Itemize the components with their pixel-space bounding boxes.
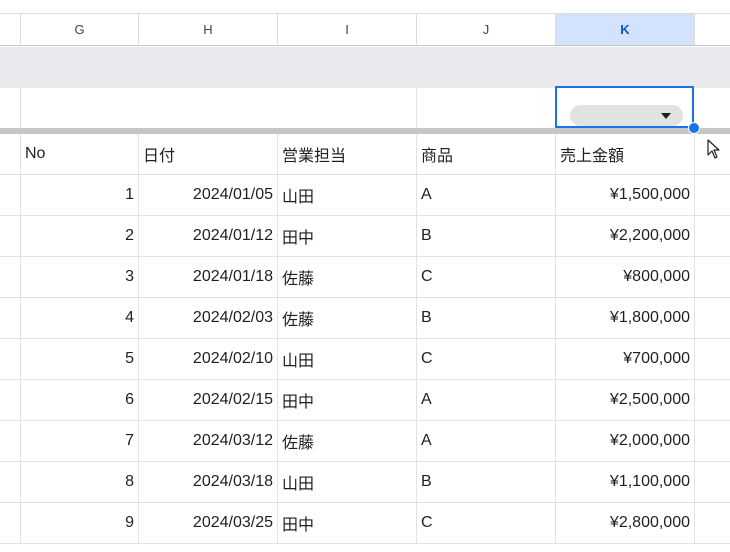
cell-sales[interactable]: ¥2,200,000 <box>556 216 695 257</box>
cell-date[interactable]: 2024/01/18 <box>139 257 278 298</box>
empty-cell[interactable] <box>0 339 21 380</box>
cell-date[interactable]: 2024/02/15 <box>139 380 278 421</box>
column-header-g[interactable]: G <box>21 14 139 46</box>
cell-product[interactable]: B <box>417 216 556 257</box>
cell-rep[interactable]: 佐藤 <box>278 298 417 339</box>
empty-cell[interactable] <box>0 134 21 175</box>
empty-cell[interactable] <box>0 503 21 544</box>
cell-no[interactable]: 5 <box>21 339 139 380</box>
cell-rep[interactable]: 佐藤 <box>278 421 417 462</box>
cell-date[interactable]: 2024/02/03 <box>139 298 278 339</box>
empty-cell[interactable] <box>695 462 730 503</box>
header-cell-product[interactable]: 商品 <box>417 134 556 175</box>
empty-cell[interactable] <box>0 380 21 421</box>
cell-no[interactable]: 4 <box>21 298 139 339</box>
cell-date[interactable]: 2024/01/12 <box>139 216 278 257</box>
column-header-i[interactable]: I <box>278 14 417 46</box>
cell-sales[interactable]: ¥2,000,000 <box>556 421 695 462</box>
cell-product[interactable]: A <box>417 421 556 462</box>
column-header-k[interactable]: K <box>556 14 695 46</box>
cell-rep[interactable]: 佐藤 <box>278 257 417 298</box>
gray-band-row[interactable] <box>0 47 730 88</box>
cell-product[interactable]: C <box>417 257 556 298</box>
cell-product[interactable]: B <box>417 462 556 503</box>
selection-fill-handle[interactable] <box>688 122 700 134</box>
cell-no[interactable]: 7 <box>21 421 139 462</box>
column-header-h[interactable]: H <box>139 14 278 46</box>
cell-date[interactable]: 2024/03/12 <box>139 421 278 462</box>
gridline <box>20 88 21 129</box>
empty-cell[interactable] <box>0 257 21 298</box>
header-cell-rep[interactable]: 営業担当 <box>278 134 417 175</box>
cell-sales[interactable]: ¥1,800,000 <box>556 298 695 339</box>
cell-no[interactable]: 8 <box>21 462 139 503</box>
cell-sales[interactable]: ¥2,500,000 <box>556 380 695 421</box>
cell-date[interactable]: 2024/02/10 <box>139 339 278 380</box>
column-header-j[interactable]: J <box>417 14 556 46</box>
cell-no[interactable]: 1 <box>21 175 139 216</box>
header-cell-no[interactable]: No <box>21 134 139 175</box>
empty-cell[interactable] <box>0 175 21 216</box>
cell-date[interactable]: 2024/03/25 <box>139 503 278 544</box>
cell-no[interactable]: 2 <box>21 216 139 257</box>
empty-cell[interactable] <box>0 462 21 503</box>
cell-product[interactable]: A <box>417 380 556 421</box>
cell-no[interactable]: 6 <box>21 380 139 421</box>
empty-cell[interactable] <box>695 380 730 421</box>
empty-cell[interactable] <box>695 257 730 298</box>
header-cell-sales[interactable]: 売上金額 <box>556 134 695 175</box>
header-cell-date[interactable]: 日付 <box>139 134 278 175</box>
cell-rep[interactable]: 山田 <box>278 339 417 380</box>
cell-product[interactable]: C <box>417 503 556 544</box>
empty-cell[interactable] <box>695 298 730 339</box>
cell-rep[interactable]: 山田 <box>278 175 417 216</box>
empty-cell[interactable] <box>695 216 730 257</box>
cell-rep[interactable]: 田中 <box>278 503 417 544</box>
empty-cell[interactable] <box>695 134 730 175</box>
cell-rep[interactable]: 田中 <box>278 380 417 421</box>
cell-no[interactable]: 3 <box>21 257 139 298</box>
cell-sales[interactable]: ¥800,000 <box>556 257 695 298</box>
cell-sales[interactable]: ¥1,500,000 <box>556 175 695 216</box>
spreadsheet: G H I J K No 日付 営業担当 商品 売上金額 1 2024/01/05 山田 A ¥1… <box>0 0 730 552</box>
cell-date[interactable]: 2024/01/05 <box>139 175 278 216</box>
selected-cell-dropdown[interactable] <box>555 86 694 128</box>
cell-product[interactable]: A <box>417 175 556 216</box>
empty-cell[interactable] <box>695 175 730 216</box>
dropdown-chip[interactable] <box>570 105 683 126</box>
cell-sales[interactable]: ¥1,100,000 <box>556 462 695 503</box>
column-header-f-partial[interactable] <box>0 14 21 46</box>
cell-rep[interactable]: 山田 <box>278 462 417 503</box>
empty-cell[interactable] <box>0 216 21 257</box>
empty-cell[interactable] <box>695 339 730 380</box>
cell-product[interactable]: B <box>417 298 556 339</box>
cell-rep[interactable]: 田中 <box>278 216 417 257</box>
empty-cell[interactable] <box>695 503 730 544</box>
cell-no[interactable]: 9 <box>21 503 139 544</box>
empty-cell[interactable] <box>695 421 730 462</box>
gridline <box>416 88 417 129</box>
dropdown-arrow-icon[interactable] <box>661 113 671 119</box>
cell-sales[interactable]: ¥700,000 <box>556 339 695 380</box>
empty-cell[interactable] <box>0 421 21 462</box>
cell-date[interactable]: 2024/03/18 <box>139 462 278 503</box>
cell-product[interactable]: C <box>417 339 556 380</box>
empty-cell[interactable] <box>0 298 21 339</box>
column-header-l-partial[interactable] <box>695 14 730 46</box>
cell-sales[interactable]: ¥2,800,000 <box>556 503 695 544</box>
